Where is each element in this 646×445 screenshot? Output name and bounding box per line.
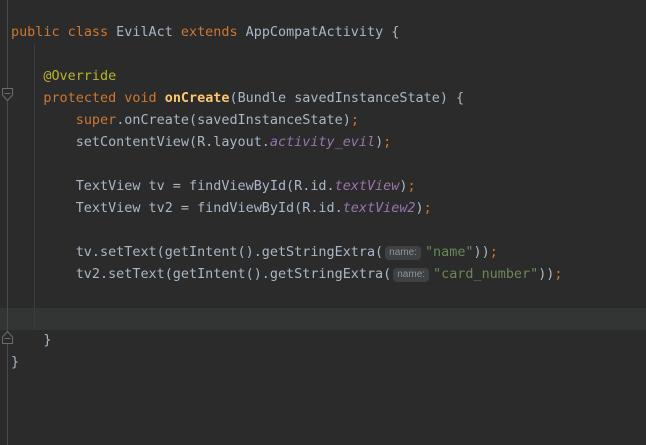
code-line-3[interactable]: @Override <box>0 66 646 88</box>
code-line-12[interactable]: tv2.setText(getIntent().getStringExtra(n… <box>0 264 646 286</box>
code-token-kw: extends <box>181 25 238 40</box>
code-line-13[interactable] <box>0 286 646 308</box>
code-line-5[interactable]: super.onCreate(savedInstanceState); <box>0 110 646 132</box>
code-text-area[interactable]: public class EvilAct extends AppCompatAc… <box>0 22 646 374</box>
code-token-str: "name" <box>425 245 474 260</box>
code-editor[interactable]: public class EvilAct extends AppCompatAc… <box>0 0 646 445</box>
code-token-semi: ; <box>407 179 415 194</box>
code-line-11[interactable]: tv.setText(getIntent().getStringExtra(na… <box>0 242 646 264</box>
code-token-pl: ) <box>375 135 383 150</box>
code-token-pl: tv2.setText(getIntent().getStringExtra( <box>11 267 391 282</box>
code-token-pl <box>11 113 76 128</box>
code-token-pl: tv.setText(getIntent().getStringExtra( <box>11 245 383 260</box>
code-line-7[interactable] <box>0 154 646 176</box>
code-token-pl: TextView tv2 = findViewById(R.id. <box>11 201 343 216</box>
code-line-1[interactable]: public class EvilAct extends AppCompatAc… <box>0 22 646 44</box>
code-token-pl: )) <box>474 245 490 260</box>
code-token-kw: class <box>68 25 108 40</box>
code-token-fld: textView <box>335 179 400 194</box>
code-token-semi: ; <box>554 267 562 282</box>
parameter-name-hint: name: <box>393 268 429 282</box>
code-token-pl: } <box>11 333 51 348</box>
code-token-semi: ; <box>383 135 391 150</box>
code-token-pl: ) <box>416 201 424 216</box>
code-token-pl: } <box>11 355 19 370</box>
code-token-semi: ; <box>424 201 432 216</box>
code-token-kw: super <box>76 113 116 128</box>
code-token-kw: protected <box>43 91 116 106</box>
code-token-kw: public <box>11 25 60 40</box>
code-token-pl: setContentView(R.layout. <box>11 135 270 150</box>
parameter-name-hint: name: <box>385 246 421 260</box>
code-line-10[interactable] <box>0 220 646 242</box>
code-token-str: "card_number" <box>433 267 538 282</box>
code-token-pl <box>60 25 68 40</box>
code-line-14[interactable] <box>0 308 646 330</box>
code-token-semi: ; <box>490 245 498 260</box>
code-token-pl: )) <box>538 267 554 282</box>
code-token-fld: textView2 <box>343 201 416 216</box>
code-token-kw: void <box>124 91 156 106</box>
code-line-15[interactable]: } <box>0 330 646 352</box>
code-token-fld: activity_evil <box>270 135 375 150</box>
code-line-2[interactable] <box>0 44 646 66</box>
code-token-pl: EvilAct <box>108 25 181 40</box>
code-line-8[interactable]: TextView tv = findViewById(R.id.textView… <box>0 176 646 198</box>
code-token-pl: TextView tv = findViewById(R.id. <box>11 179 335 194</box>
code-token-mth: onCreate <box>165 91 230 106</box>
code-line-6[interactable]: setContentView(R.layout.activity_evil); <box>0 132 646 154</box>
code-token-ann: @Override <box>11 69 116 84</box>
code-token-pl: (Bundle savedInstanceState) { <box>229 91 464 106</box>
code-token-pl: .onCreate(savedInstanceState) <box>116 113 351 128</box>
code-line-16[interactable]: } <box>0 352 646 374</box>
code-token-pl <box>11 91 43 106</box>
code-token-pl: AppCompatActivity { <box>238 25 400 40</box>
code-token-pl <box>157 91 165 106</box>
code-token-semi: ; <box>351 113 359 128</box>
code-line-9[interactable]: TextView tv2 = findViewById(R.id.textVie… <box>0 198 646 220</box>
code-line-4[interactable]: protected void onCreate(Bundle savedInst… <box>0 88 646 110</box>
